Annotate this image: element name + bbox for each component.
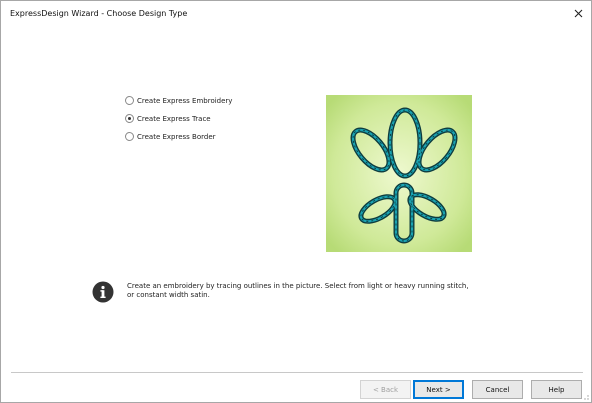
close-icon xyxy=(574,9,582,17)
option-express-border[interactable]: Create Express Border xyxy=(125,132,216,141)
close-button[interactable] xyxy=(570,5,586,21)
info-icon xyxy=(92,281,114,303)
footer-divider xyxy=(11,372,583,373)
option-label: Create Express Trace xyxy=(137,114,211,123)
flower-outline-icon xyxy=(326,95,472,252)
next-button[interactable]: Next > xyxy=(413,380,464,399)
option-label: Create Express Embroidery xyxy=(137,96,233,105)
radio-button[interactable] xyxy=(125,132,134,141)
option-express-trace[interactable]: Create Express Trace xyxy=(125,114,211,123)
help-button[interactable]: Help xyxy=(531,380,582,399)
wizard-window: ExpressDesign Wizard - Choose Design Typ… xyxy=(0,0,592,403)
window-title: ExpressDesign Wizard - Choose Design Typ… xyxy=(10,9,188,18)
option-label: Create Express Border xyxy=(137,132,216,141)
design-preview-image xyxy=(326,95,472,252)
title-bar: ExpressDesign Wizard - Choose Design Typ… xyxy=(1,1,591,27)
back-button[interactable]: < Back xyxy=(360,380,411,399)
description-text: Create an embroidery by tracing outlines… xyxy=(127,282,469,299)
radio-button[interactable] xyxy=(125,96,134,105)
cancel-button[interactable]: Cancel xyxy=(472,380,523,399)
resize-grip-icon[interactable] xyxy=(581,392,589,400)
option-express-embroidery[interactable]: Create Express Embroidery xyxy=(125,96,232,105)
radio-button[interactable] xyxy=(125,114,134,123)
